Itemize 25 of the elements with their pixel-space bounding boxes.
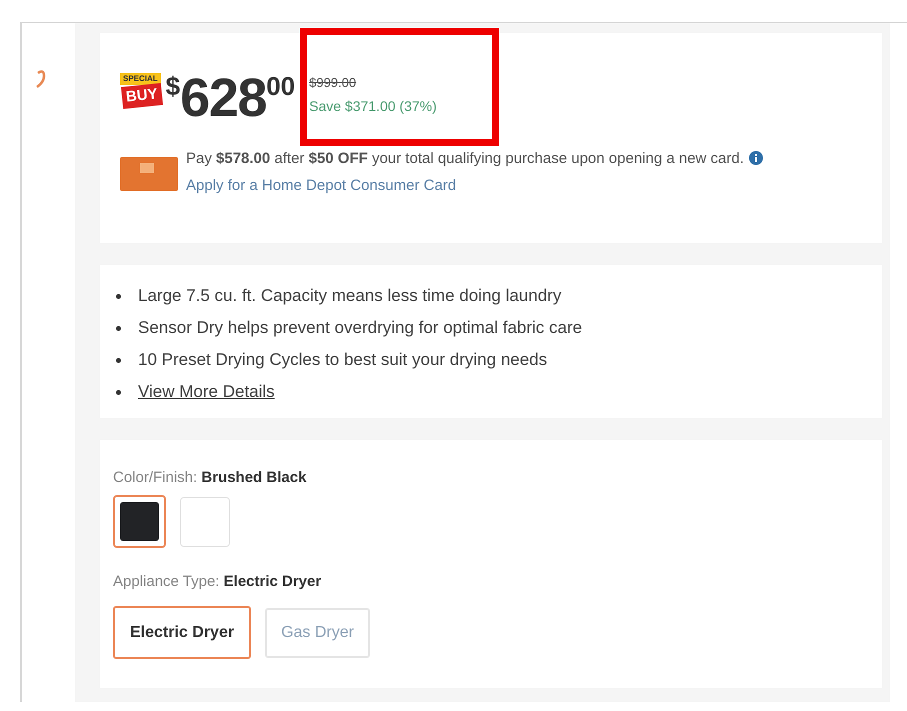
currency-symbol: $ [166, 73, 180, 99]
was-price: $999.00 [309, 74, 358, 92]
bullet-icon [116, 326, 121, 330]
bullet-icon [116, 358, 121, 362]
buy-badge: BUY [120, 82, 163, 110]
color-value: Brushed Black [201, 469, 306, 486]
offer-text: Pay $578.00 after $50 OFF your total qualifying purchase upon opening a new card. [186, 150, 744, 167]
price-cents: 00 [266, 73, 296, 99]
color-swatch[interactable] [113, 495, 166, 548]
type-value: Electric Dryer [224, 573, 322, 590]
color-label: Color/Finish: [113, 469, 198, 486]
bullet-icon [116, 390, 121, 394]
info-icon[interactable] [748, 151, 763, 165]
feature-text: Large 7.5 cu. ft. Capacity means less time doing laundry [138, 285, 562, 308]
feature-text: 10 Preset Drying Cycles to best suit your drying needs [138, 349, 548, 372]
price-dollars: 628 [180, 71, 266, 125]
type-option[interactable]: Electric Dryer [113, 606, 252, 659]
apply-card-link[interactable]: Apply for a Home Depot Consumer Card [186, 177, 456, 194]
type-label: Appliance Type: [113, 573, 220, 590]
savings-text: Save $371.00 (37%) [309, 97, 438, 116]
special-badge: SPECIAL [120, 73, 161, 85]
feature-text: Sensor Dry helps prevent overdrying for optimal fabric care [138, 317, 582, 340]
credit-card-icon [120, 157, 178, 191]
view-details-link[interactable]: View More Details [138, 379, 275, 405]
bullet-icon [116, 294, 121, 298]
